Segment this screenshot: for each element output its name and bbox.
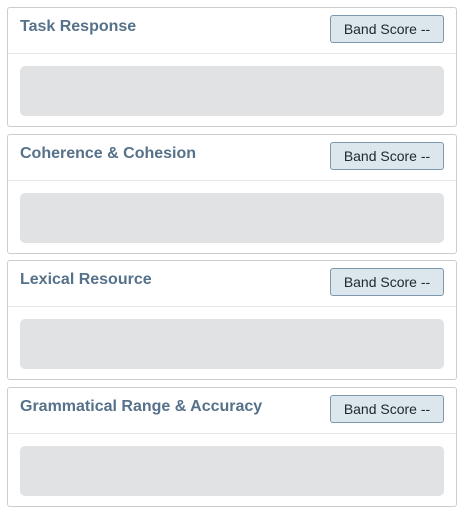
criterion-panel-coherence-cohesion: Coherence & Cohesion Band Score --	[7, 134, 457, 254]
criterion-panel-task-response: Task Response Band Score --	[7, 7, 457, 127]
criterion-panel-grammatical-range-accuracy: Grammatical Range & Accuracy Band Score …	[7, 387, 457, 507]
feedback-text-area[interactable]	[20, 193, 444, 243]
band-score-button[interactable]: Band Score --	[330, 395, 444, 423]
feedback-text-area[interactable]	[20, 66, 444, 116]
panel-header: Lexical Resource Band Score --	[8, 261, 456, 307]
feedback-text-area[interactable]	[20, 319, 444, 369]
panel-header: Task Response Band Score --	[8, 8, 456, 54]
criterion-title: Lexical Resource	[20, 271, 152, 288]
feedback-text-area[interactable]	[20, 446, 444, 496]
panel-header: Coherence & Cohesion Band Score --	[8, 135, 456, 181]
criterion-title: Task Response	[20, 18, 137, 35]
criterion-title: Grammatical Range & Accuracy	[20, 398, 263, 415]
band-score-button[interactable]: Band Score --	[330, 268, 444, 296]
panel-header: Grammatical Range & Accuracy Band Score …	[8, 388, 456, 434]
band-score-button[interactable]: Band Score --	[330, 15, 444, 43]
band-score-button[interactable]: Band Score --	[330, 142, 444, 170]
criterion-panel-lexical-resource: Lexical Resource Band Score --	[7, 260, 457, 380]
criterion-title: Coherence & Cohesion	[20, 145, 197, 162]
